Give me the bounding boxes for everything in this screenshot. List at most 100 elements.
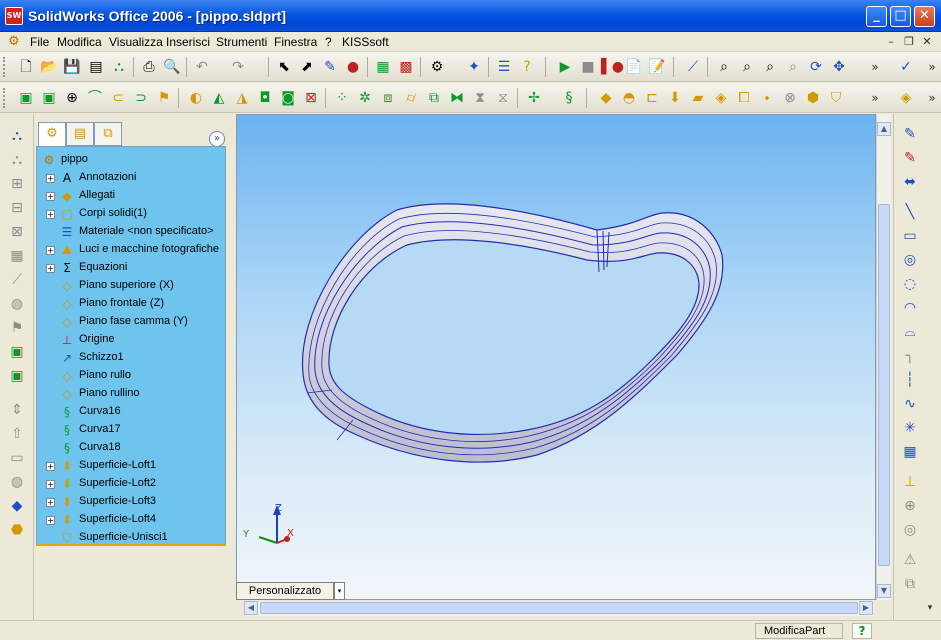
- tree-item[interactable]: ⊥ Origine: [37, 331, 225, 349]
- component-icon[interactable]: ⛬: [7, 150, 27, 170]
- collapse-panel-icon[interactable]: »: [209, 131, 225, 147]
- tree-item[interactable]: ◇ Piano fase camma (Y): [37, 313, 225, 331]
- tree-item[interactable]: § Curva17: [37, 421, 225, 439]
- tree-item[interactable]: ⚙ pippo: [37, 151, 225, 169]
- view-tab-personalizzato[interactable]: Personalizzato: [236, 582, 334, 600]
- tree-item[interactable]: + ▢ Corpi solidi(1): [37, 205, 225, 223]
- offset-surface-icon[interactable]: ◈: [711, 88, 731, 108]
- redo-icon[interactable]: ↷: [228, 57, 248, 77]
- copy-entities-icon[interactable]: ⧉: [900, 574, 920, 594]
- tree-expand-icon[interactable]: +: [46, 192, 55, 201]
- menu-finestra[interactable]: Finestra: [274, 35, 317, 49]
- revolve-icon[interactable]: ⊕: [62, 88, 82, 108]
- rebuild-icon[interactable]: ✎: [320, 57, 340, 77]
- grid-icon[interactable]: ▦: [373, 57, 393, 77]
- tree-expand-icon[interactable]: +: [46, 264, 55, 273]
- toolbar-grip[interactable]: [3, 88, 6, 108]
- make-drawing-icon[interactable]: ▤: [86, 57, 106, 77]
- mirror-icon[interactable]: ⧈: [378, 88, 398, 108]
- wrap-icon[interactable]: ⧉: [424, 88, 444, 108]
- shell-icon[interactable]: ⊃: [131, 88, 151, 108]
- menu-strumenti[interactable]: Strumenti: [216, 35, 267, 49]
- ordinate-icon[interactable]: ⇧: [7, 424, 27, 444]
- tree-item[interactable]: ⛉ Superficie-Unisci1: [37, 529, 225, 544]
- properties-list-icon[interactable]: ☰: [494, 57, 514, 77]
- tree-item[interactable]: ◇ Piano rullino: [37, 385, 225, 403]
- add-relation-icon[interactable]: ⊥: [900, 472, 920, 492]
- tree-expand-icon[interactable]: +: [46, 246, 55, 255]
- split-line-icon[interactable]: ⧓: [447, 88, 467, 108]
- toolbar-grip[interactable]: [3, 57, 6, 77]
- trim-surface-icon[interactable]: ⛉: [826, 88, 846, 108]
- make-assembly-icon[interactable]: ⛬: [109, 57, 129, 77]
- view-orientation-icon[interactable]: ▣: [7, 342, 27, 362]
- centerpoint-arc-icon[interactable]: ◌: [900, 274, 920, 294]
- scroll-right-icon[interactable]: ▶: [859, 601, 873, 615]
- interference-icon[interactable]: ◍: [7, 294, 27, 314]
- options-icon[interactable]: ⚙: [427, 57, 447, 77]
- doc-close-button[interactable]: ✕: [919, 34, 935, 49]
- fillet-icon[interactable]: ◐: [186, 88, 206, 108]
- render-icon[interactable]: ⬣: [7, 520, 27, 540]
- menu-visualizza[interactable]: Visualizza: [109, 35, 163, 49]
- hole-icon[interactable]: ◙: [278, 88, 298, 108]
- planar-surface-icon[interactable]: ▰: [688, 88, 708, 108]
- toolbar-overflow-icon[interactable]: »: [926, 88, 938, 108]
- pan-icon[interactable]: ✥: [829, 57, 849, 77]
- rectangle-icon[interactable]: ▭: [900, 226, 920, 246]
- line-icon[interactable]: ╲: [900, 202, 920, 222]
- menu-kisssoft[interactable]: KISSsoft: [342, 35, 389, 49]
- fillet-sketch-icon[interactable]: ╮: [900, 346, 920, 366]
- explode-icon[interactable]: ⟋: [7, 270, 27, 290]
- tree-item[interactable]: + ⛰ Luci e macchine fotografiche: [37, 241, 225, 259]
- doc-minimize-button[interactable]: –: [883, 34, 899, 49]
- cylinder-icon[interactable]: ⌭: [401, 88, 421, 108]
- fill-surface-icon[interactable]: ⬩: [757, 88, 777, 108]
- tree-expand-icon[interactable]: +: [46, 480, 55, 489]
- edit-macro-icon[interactable]: 📝: [647, 57, 667, 77]
- zoom-in-out-icon[interactable]: ⌕: [760, 57, 780, 77]
- tree-item[interactable]: + ⬇ Superficie-Loft2: [37, 475, 225, 493]
- move-entities-icon[interactable]: ⚠: [900, 550, 920, 570]
- rotate-component-icon[interactable]: ⊠: [7, 222, 27, 242]
- extruded-boss-icon[interactable]: ▣: [16, 88, 36, 108]
- zoom-to-fit-icon[interactable]: ⌕: [714, 57, 734, 77]
- extruded-cut-icon[interactable]: ▣: [39, 88, 59, 108]
- scroll-left-icon[interactable]: ◀: [244, 601, 258, 615]
- tangent-arc-icon[interactable]: ◠: [900, 298, 920, 318]
- horizontal-scroll-thumb[interactable]: [260, 602, 858, 614]
- 3d-sketch-icon[interactable]: ✎: [900, 148, 920, 168]
- play-macro-icon[interactable]: ▶: [555, 57, 575, 77]
- point-icon[interactable]: ✳: [900, 418, 920, 438]
- scroll-up-icon[interactable]: ▲: [877, 122, 891, 136]
- circle-icon[interactable]: ◎: [900, 250, 920, 270]
- select-filter-icon[interactable]: ⬈: [297, 57, 317, 77]
- repair-sketch-icon[interactable]: ◎: [900, 520, 920, 540]
- loft-icon[interactable]: ⊂: [108, 88, 128, 108]
- menu-modifica[interactable]: Modifica: [57, 35, 102, 49]
- section-view-icon[interactable]: ▣: [7, 366, 27, 386]
- rotate-view-icon[interactable]: ⟳: [806, 57, 826, 77]
- tree-item[interactable]: ◇ Piano superiore (X): [37, 277, 225, 295]
- tree-item[interactable]: + ⬇ Superficie-Loft1: [37, 457, 225, 475]
- customize-icon[interactable]: ✦: [464, 57, 484, 77]
- chamfer-icon[interactable]: ◭: [209, 88, 229, 108]
- sweep-icon[interactable]: ⌒: [85, 88, 105, 108]
- spline-icon[interactable]: ∿: [900, 394, 920, 414]
- toolbar-overflow-icon[interactable]: »: [869, 57, 881, 77]
- new-macro-icon[interactable]: 📄: [624, 57, 644, 77]
- thicken-icon[interactable]: ⬢: [803, 88, 823, 108]
- vertical-scroll-thumb[interactable]: [878, 204, 890, 566]
- sheet-metal-icon[interactable]: ◈: [896, 88, 916, 108]
- surface-finish-icon[interactable]: ◍: [7, 472, 27, 492]
- surface-extrude-icon[interactable]: ◆: [596, 88, 616, 108]
- tree-expand-icon[interactable]: +: [46, 498, 55, 507]
- toolbar-overflow-icon[interactable]: »: [869, 88, 881, 108]
- maximize-button[interactable]: □: [890, 6, 911, 27]
- reference-geometry-icon[interactable]: ✢: [524, 88, 544, 108]
- configurationmanager-tab-icon[interactable]: ⧉: [94, 122, 122, 146]
- minimize-button[interactable]: _: [866, 6, 887, 27]
- delete-face-icon[interactable]: ⊗: [780, 88, 800, 108]
- solidworks-app-icon[interactable]: SW: [5, 7, 23, 25]
- select-cursor-icon[interactable]: ⬉: [274, 57, 294, 77]
